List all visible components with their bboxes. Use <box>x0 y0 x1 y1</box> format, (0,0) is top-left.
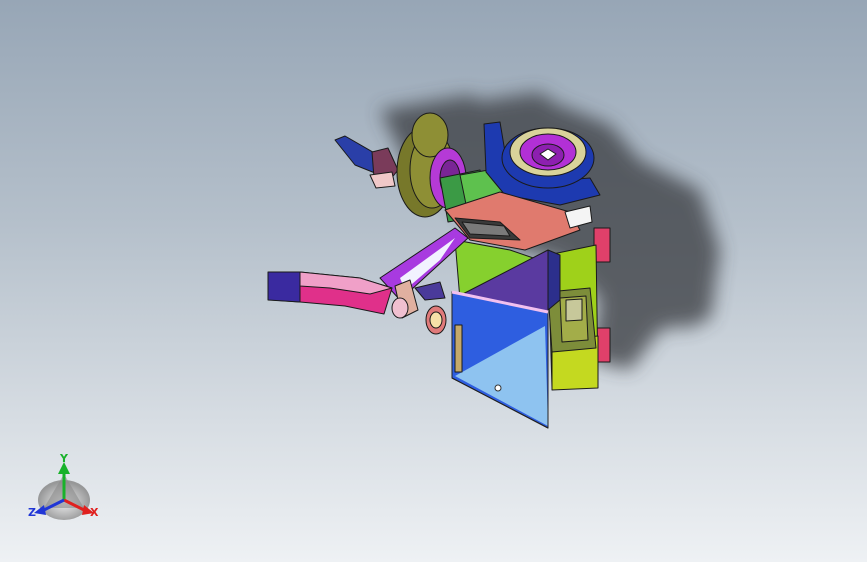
axis-y-label: Y <box>59 452 69 465</box>
3d-graphics-viewport[interactable]: Y X Z <box>0 0 867 562</box>
cad-assembly[interactable] <box>267 112 611 429</box>
view-triad: Y X Z <box>28 452 99 520</box>
axis-z-label: Z <box>28 506 36 519</box>
axis-x-label: X <box>90 506 99 519</box>
assembly-view[interactable]: Y X Z <box>0 0 867 562</box>
